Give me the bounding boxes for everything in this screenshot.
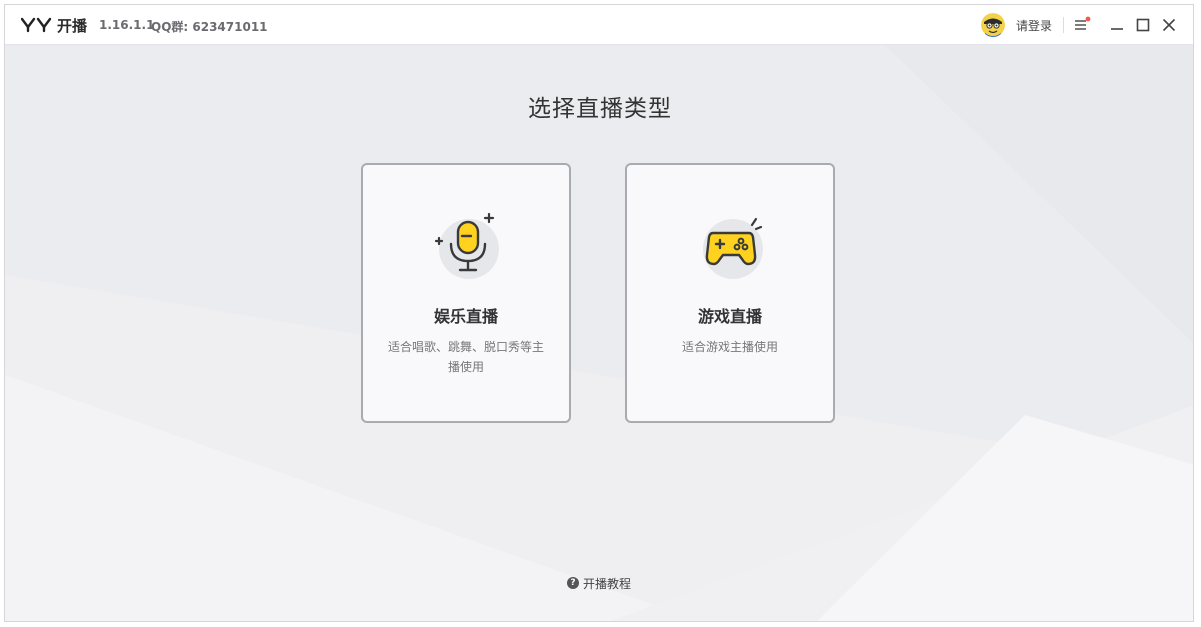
app-name: 开播 xyxy=(57,16,88,35)
game-live-title: 游戏直播 xyxy=(697,307,762,326)
title-bar[interactable]: 开播 1.16.1.1 QQ群: 623471011 请登录 xyxy=(5,5,1193,45)
help-icon: ? xyxy=(567,577,579,589)
app-window: 开播 1.16.1.1 QQ群: 623471011 请登录 选择直播类型 娱乐… xyxy=(4,4,1194,622)
entertainment-live-title: 娱乐直播 xyxy=(433,307,498,326)
titlebar-divider xyxy=(1063,17,1064,33)
close-icon[interactable] xyxy=(1160,16,1178,34)
tutorial-label: 开播教程 xyxy=(583,576,632,591)
game-live-description: 适合游戏主播使用 xyxy=(681,340,778,354)
entertainment-live-card[interactable]: 娱乐直播 适合唱歌、跳舞、脱口秀等主播使用 xyxy=(361,163,571,423)
main-content: 选择直播类型 娱乐直播 适合唱歌、跳舞、脱口秀等主播使用 游戏直播 适合游戏主播… xyxy=(5,45,1193,621)
menu-icon[interactable] xyxy=(1073,16,1091,34)
login-link[interactable]: 请登录 xyxy=(1016,17,1052,34)
maximize-icon[interactable] xyxy=(1134,16,1152,34)
notification-dot xyxy=(1085,16,1091,22)
avatar-icon[interactable] xyxy=(981,13,1005,37)
background-shapes xyxy=(5,45,1193,621)
gamepad-icon xyxy=(703,217,763,279)
entertainment-live-description: 适合唱歌、跳舞、脱口秀等主播使用 xyxy=(387,340,544,374)
page-title: 选择直播类型 xyxy=(528,96,672,122)
game-live-card[interactable]: 游戏直播 适合游戏主播使用 xyxy=(625,163,835,423)
app-logo: 开播 xyxy=(21,13,87,37)
minimize-icon[interactable] xyxy=(1108,16,1126,34)
microphone-icon xyxy=(434,212,499,279)
tutorial-link[interactable]: ? 开播教程 xyxy=(567,575,631,591)
yy-logo-icon xyxy=(21,17,52,33)
qq-group: QQ群: 623471011 xyxy=(151,20,268,34)
app-version: 1.16.1.1 xyxy=(99,18,155,32)
